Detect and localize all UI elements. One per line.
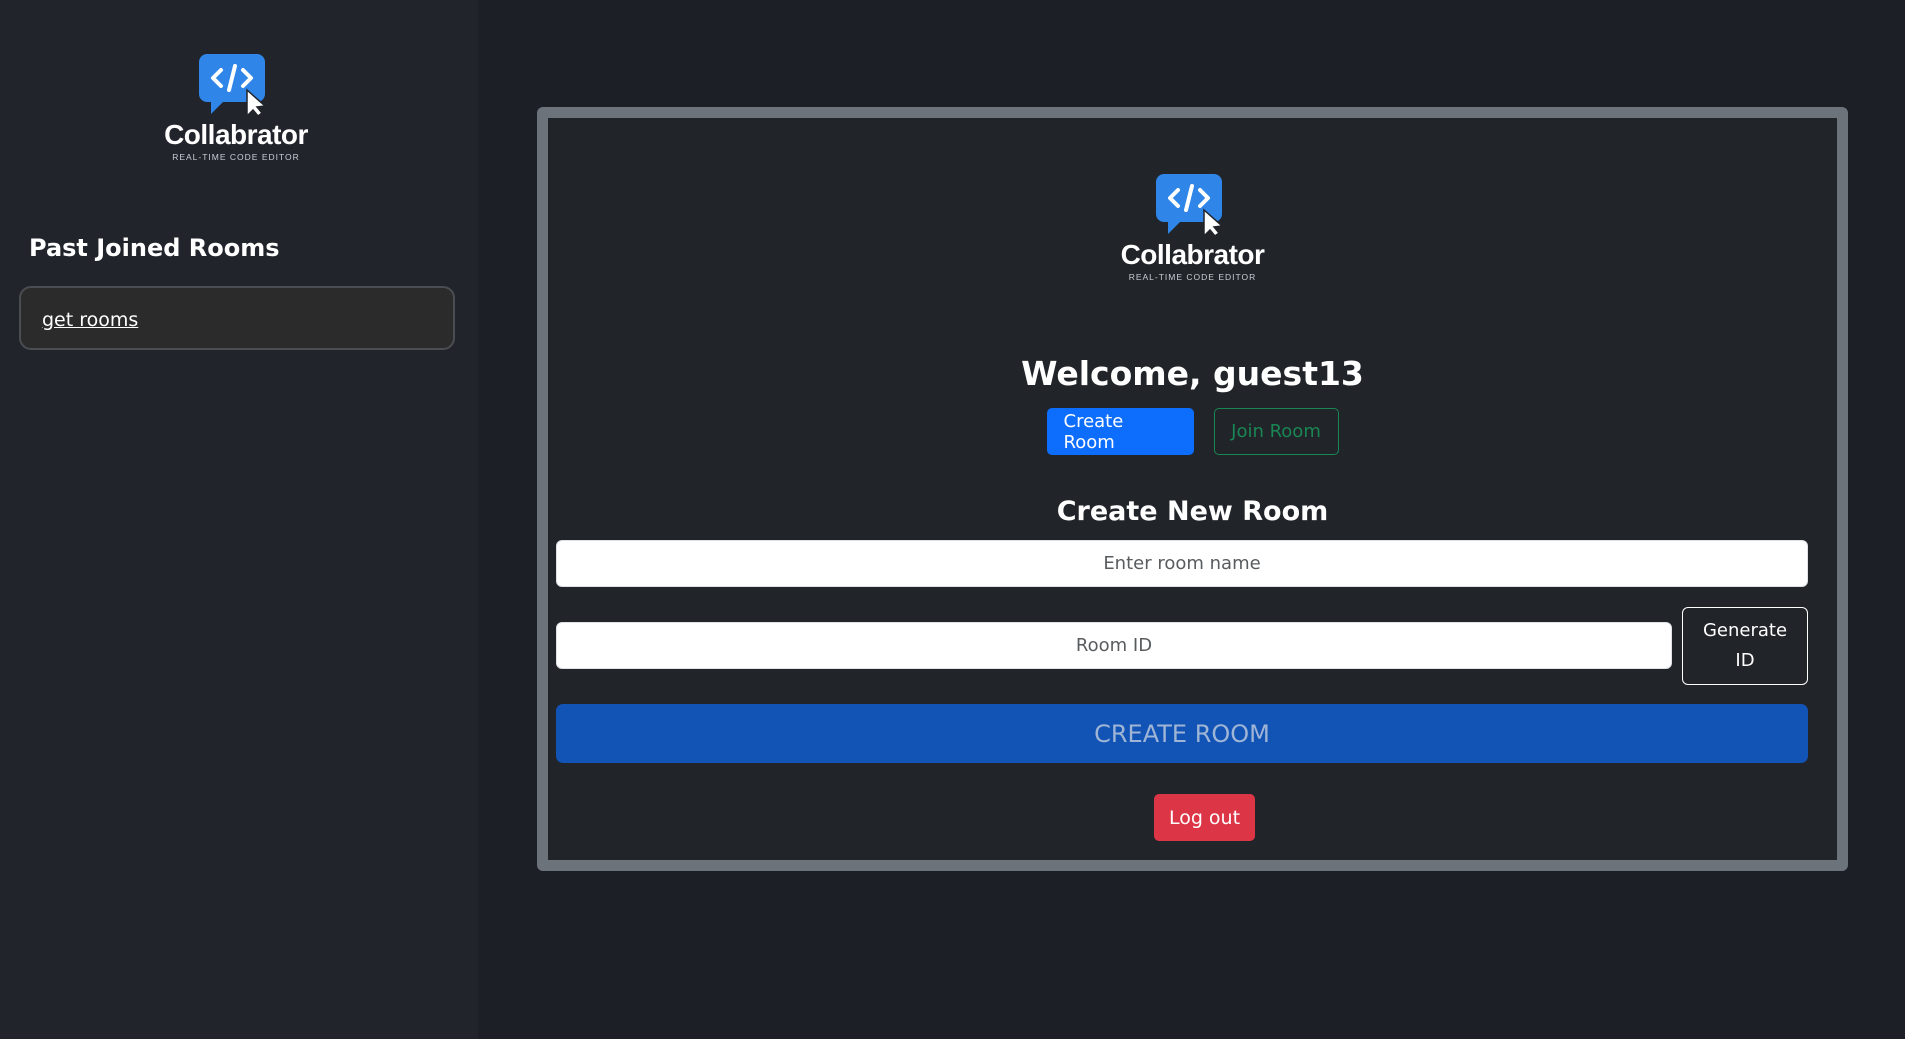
past-rooms-list: get rooms	[19, 286, 455, 350]
create-room-heading: Create New Room	[1056, 496, 1329, 527]
room-id-input[interactable]	[556, 622, 1672, 669]
join-room-tab[interactable]: Join Room	[1213, 408, 1339, 455]
app: Collabrator REAL-TIME CODE EDITOR Past J…	[0, 0, 1905, 1039]
logout-button[interactable]: Log out	[1154, 794, 1255, 841]
card-logo: Collabrator REAL-TIME CODE EDITOR	[548, 172, 1837, 282]
code-chat-icon	[197, 52, 275, 118]
brand-tagline: REAL-TIME CODE EDITOR	[1128, 272, 1257, 282]
create-room-submit-button[interactable]: CREATE ROOM	[556, 704, 1808, 763]
generate-id-button[interactable]: Generate ID	[1682, 607, 1808, 685]
welcome-heading: Welcome, guest13	[1021, 354, 1364, 393]
room-card: Collabrator REAL-TIME CODE EDITOR Welcom…	[537, 107, 1848, 871]
brand-name: Collabrator	[1120, 239, 1265, 270]
sidebar: Collabrator REAL-TIME CODE EDITOR Past J…	[0, 0, 478, 1039]
room-name-input[interactable]	[556, 540, 1808, 587]
get-rooms-link[interactable]: get rooms	[42, 309, 138, 331]
sidebar-logo: Collabrator REAL-TIME CODE EDITOR	[160, 52, 312, 162]
room-mode-tabs: Create Room Join Room	[548, 408, 1837, 455]
brand-tagline: REAL-TIME CODE EDITOR	[172, 152, 300, 162]
past-rooms-title: Past Joined Rooms	[29, 234, 280, 262]
brand-name: Collabrator	[164, 119, 308, 150]
create-room-tab[interactable]: Create Room	[1046, 408, 1194, 455]
code-chat-icon	[1154, 172, 1232, 238]
